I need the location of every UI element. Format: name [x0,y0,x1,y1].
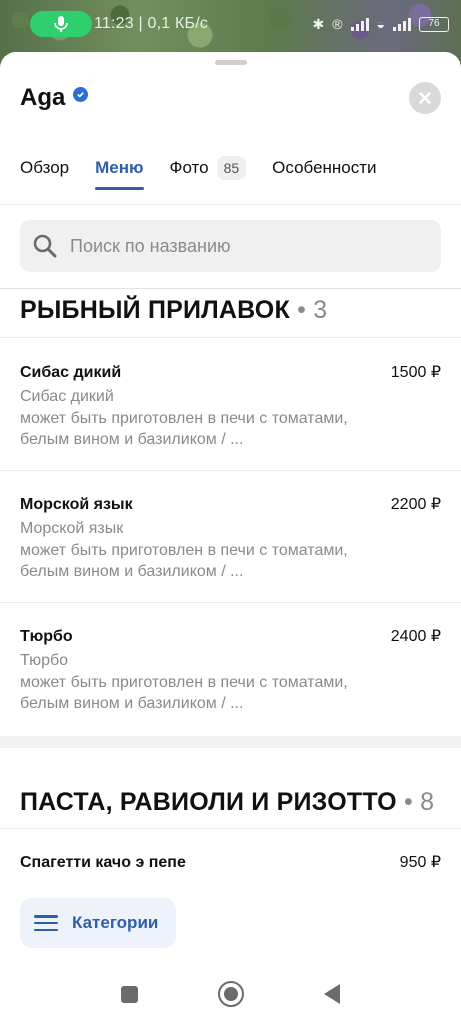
search-icon [33,234,57,258]
divider [0,337,461,338]
menu-item-price: 1500 ₽ [390,364,441,381]
menu-item-price: 2200 ₽ [390,496,441,513]
tab-label: Меню [95,158,144,177]
menu-item-description: может быть приготовлен в печи с томатами… [20,410,348,448]
section-count: • 8 [403,788,435,816]
menu-item[interactable]: Спагетти качо э пепе 950 ₽ [0,852,461,872]
back-icon[interactable] [324,984,340,1004]
categories-button-label: Категории [72,913,159,932]
battery-icon: 76 [419,16,449,32]
signal-4g-icon [393,17,411,31]
bottom-sheet: Aga Обзор Меню Фото 85 Особенности Поиск… [0,52,461,1024]
sheet-grab-handle[interactable] [215,60,247,65]
tab-label: Обзор [20,158,70,177]
venue-header: Aga [20,84,89,112]
bluetooth-icon: ✱ [312,15,325,32]
divider [0,470,461,471]
status-bar: 11:23 | 0,1 КБ/с ✱ ® ◒ 76 [0,0,461,48]
close-button[interactable] [409,82,441,114]
menu-item[interactable]: Морской язык 2200 ₽ Морской язык может б… [0,494,461,582]
menu-item-description: может быть приготовлен в печи с томатами… [20,674,348,712]
divider [0,828,461,829]
menu-item-name: Сибас дикий [20,364,122,381]
tab-features[interactable]: Особенности [272,158,376,190]
status-icons: ✱ ® ◒ 76 [312,16,449,33]
section-title-fish-counter: РЫБНЫЙ ПРИЛАВОК • 3 [20,296,327,325]
microphone-active-icon [30,11,92,37]
signal-icon [350,17,369,31]
wifi-icon: ◒ [376,16,385,32]
recent-apps-icon[interactable] [121,985,138,1003]
menu-item-subtitle: Морской язык [20,520,124,537]
menu-item-name: Спагетти качо э пепе [20,854,186,871]
tab-label: Фото [169,158,209,177]
menu-item-subtitle: Тюрбо [20,652,69,669]
divider [0,288,461,289]
photo-count-badge: 85 [216,156,247,180]
menu-item[interactable]: Тюрбо 2400 ₽ Тюрбо может быть приготовле… [0,626,461,714]
venue-tabs: Обзор Меню Фото 85 Особенности [20,156,403,192]
menu-hamburger-icon [34,915,58,931]
menu-item-subtitle: Сибас дикий [20,388,114,405]
categories-button[interactable]: Категории [20,898,176,948]
registered-icon: ® [332,16,343,32]
verified-badge-icon [73,86,89,102]
tab-label: Особенности [272,158,377,177]
menu-item[interactable]: Сибас дикий 1500 ₽ Сибас дикий может быт… [0,362,461,450]
menu-search-box[interactable] [20,220,441,272]
status-time-speed: 11:23 | 0,1 КБ/с [94,15,209,32]
home-icon[interactable] [218,981,244,1007]
section-separator [0,736,461,748]
system-navigation-bar [0,964,461,1024]
divider [0,602,461,603]
tab-overview[interactable]: Обзор [20,158,69,190]
venue-title: Aga [20,84,66,111]
close-icon [419,92,431,104]
section-title-text: ПАСТА, РАВИОЛИ И РИЗОТТО [20,788,397,816]
section-title-pasta: ПАСТА, РАВИОЛИ И РИЗОТТО • 8 [20,788,434,817]
divider [0,204,461,205]
section-count: • 3 [297,296,328,324]
tab-menu[interactable]: Меню [95,158,144,190]
section-title-text: РЫБНЫЙ ПРИЛАВОК [20,296,290,324]
menu-item-name: Морской язык [20,496,133,513]
menu-item-price: 2400 ₽ [390,628,441,645]
tab-photos[interactable]: Фото 85 [170,156,247,192]
menu-item-price: 950 ₽ [399,854,441,871]
menu-item-description: может быть приготовлен в печи с томатами… [20,542,348,580]
search-input[interactable] [70,235,410,257]
menu-item-name: Тюрбо [20,628,73,645]
app-screen: 11:23 | 0,1 КБ/с ✱ ® ◒ 76 Aga Обзор Меню [0,0,461,1024]
